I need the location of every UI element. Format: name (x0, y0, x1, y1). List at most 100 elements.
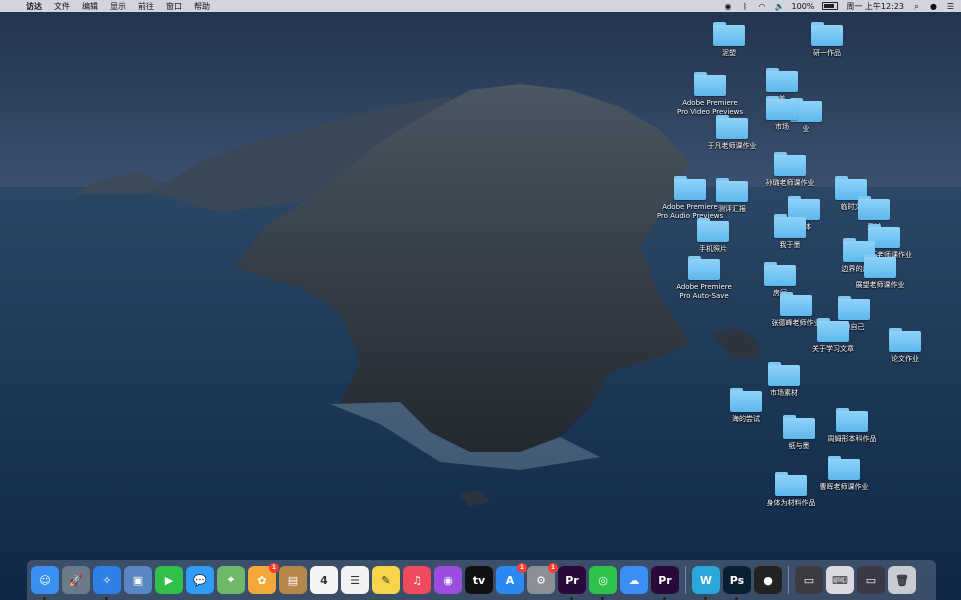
menu-help[interactable]: 帮助 (194, 1, 210, 12)
dock-baidu-netdisk-icon[interactable]: ☁ (620, 566, 648, 594)
dock-window-thumbnail-2-icon[interactable]: ▭ (857, 566, 885, 594)
dock-system-preferences-icon[interactable]: ⚙ 1 (527, 563, 558, 594)
dock-glyph: ✿ (257, 573, 267, 587)
folder-label: 测评汇报 (718, 205, 746, 213)
dock-messages-icon[interactable]: 💬 (186, 566, 214, 594)
folder-label: 我于墨 (779, 241, 801, 249)
dock-glyph: W (699, 573, 713, 587)
search-icon[interactable]: ⌕ (912, 2, 921, 11)
menu-file[interactable]: 文件 (54, 1, 70, 12)
dock-premiere-pro-icon[interactable]: Pr (558, 566, 586, 600)
desktop-folder[interactable]: Adobe Premiere Pro Auto-Save (664, 256, 744, 301)
battery-icon[interactable] (822, 2, 839, 10)
folder-label: 孙璐老师课作业 (765, 179, 815, 187)
dock-calendar-icon[interactable]: 4 (310, 566, 338, 594)
dock-preview-icon[interactable]: ▣ (124, 566, 152, 594)
dock-glyph: ▭ (803, 573, 815, 587)
dock-apple-tv-icon[interactable]: tv (465, 566, 493, 594)
menu-view[interactable]: 显示 (110, 1, 126, 12)
dock-glyph: ☁ (628, 573, 640, 587)
dock-separator (788, 566, 789, 594)
dock-photoshop-icon[interactable]: Ps (723, 566, 751, 600)
user-avatar-icon[interactable]: ● (929, 2, 938, 11)
folder-label: 泥塑 (722, 49, 736, 57)
dock-glyph: ▶ (164, 573, 174, 587)
folder-icon (817, 318, 849, 342)
dock-glyph: 💬 (193, 573, 207, 587)
desktop-folder[interactable]: 研一作品 (787, 22, 867, 58)
dock-glyph: 🚀 (69, 573, 83, 587)
dock-music-icon[interactable]: ♫ (403, 566, 431, 594)
dock-screen-recorder-icon[interactable]: ● (754, 566, 782, 594)
folder-icon (811, 22, 843, 46)
notification-badge: 1 (548, 563, 558, 573)
folder-icon (716, 178, 748, 202)
dock-finder-icon[interactable]: ☺ (31, 566, 59, 600)
dock-premiere-pro-2-icon[interactable]: Pr (651, 566, 679, 600)
dock-glyph: A (505, 573, 515, 587)
dock-glyph: ♫ (412, 573, 422, 587)
dock-facetime-icon[interactable]: ▶ (155, 566, 183, 594)
dock-launchpad-icon[interactable]: 🚀 (62, 566, 90, 594)
dock-trash-icon[interactable]: 🗑 (888, 566, 916, 594)
dock-safari-icon[interactable]: ✧ (93, 566, 121, 600)
dock-w-app-icon[interactable]: W (692, 566, 720, 600)
dock-contacts-icon[interactable]: ▤ (279, 566, 307, 594)
dock-podcasts-icon[interactable]: ◉ (434, 566, 462, 594)
folder-label: 纸与墨 (788, 442, 810, 450)
desktop-folder[interactable]: 纸与墨 (759, 415, 839, 451)
folder-icon (764, 262, 796, 286)
folder-label: 手机照片 (699, 245, 727, 253)
dock-reminders-icon[interactable]: ☰ (341, 566, 369, 594)
folder-label: 海的尝试 (732, 415, 760, 423)
menu-go[interactable]: 前往 (138, 1, 154, 12)
dock: ☺ 🚀 ✧ ▣ ▶ 💬 ⌖ ✿ 1 ▤ 4 ☰ ✎ ♫ ◉ tv A 1 ⚙ 1 Pr ◎ ☁ Pr W Ps ● ▭ ⌨ ▭ 🗑 (27, 560, 936, 600)
desktop-folder[interactable]: 泥塑 (689, 22, 769, 58)
volume-icon[interactable]: 🔈 (775, 2, 785, 11)
dock-glyph: Pr (565, 573, 579, 587)
folder-icon (783, 415, 815, 439)
dock-maps-icon[interactable]: ⌖ (217, 566, 245, 594)
desktop-folder[interactable]: 于凡老师课作业 (692, 115, 772, 151)
dock-glyph: ⌨ (832, 573, 848, 587)
wifi-icon[interactable]: ◠ (758, 2, 767, 11)
desktop-folder[interactable]: 关于学习文章 (793, 318, 873, 354)
desktop-folder[interactable]: 测评汇报 (692, 178, 772, 214)
folder-icon (766, 68, 798, 92)
desktop-folder[interactable]: 我于墨 (750, 214, 830, 250)
dock-window-thumbnail-1-icon[interactable]: ▭ (795, 566, 823, 594)
folder-icon (716, 115, 748, 139)
dock-notes-icon[interactable]: ✎ (372, 566, 400, 594)
desktop-folder[interactable]: Adobe Premiere Pro Video Previews (670, 72, 750, 117)
desktop-folder[interactable]: 论文作业 (865, 328, 945, 364)
dock-separator (685, 566, 686, 594)
folder-icon (780, 292, 812, 316)
menu-window[interactable]: 窗口 (166, 1, 182, 12)
dock-glyph: ☰ (350, 573, 360, 587)
folder-label: 关于学习文章 (812, 345, 854, 353)
dock-glyph: ✧ (102, 573, 112, 587)
folder-label: 市场 (775, 123, 789, 131)
folder-icon (864, 254, 896, 278)
app-menu-finder[interactable]: 访达 (26, 1, 42, 12)
dock-glyph: ✎ (381, 573, 391, 587)
dock-photos-icon[interactable]: ✿ 1 (248, 563, 279, 594)
dock-glyph: ⚙ (536, 573, 546, 587)
desktop-folder[interactable]: 展望老师课作业 (840, 254, 920, 290)
dock-keyboard-viewer-icon[interactable]: ⌨ (826, 566, 854, 594)
menu-edit[interactable]: 编辑 (82, 1, 98, 12)
bluetooth-icon[interactable]: ᛒ (741, 2, 750, 11)
folder-label: 于凡老师课作业 (707, 142, 757, 150)
menu-bar: 访达 文件 编辑 显示 前往 窗口 帮助 ◉ ᛒ ◠ 🔈 100% 周一 上午1… (0, 0, 961, 12)
folder-label: 展望老师课作业 (855, 281, 905, 289)
desktop-folder[interactable]: 手机照片 (673, 218, 753, 254)
control-center-icon[interactable]: ☰ (946, 2, 955, 11)
folder-icon (836, 408, 868, 432)
folder-icon (838, 296, 870, 320)
desktop-folder[interactable]: 身体为材料作品 (751, 472, 831, 508)
dock-app-store-icon[interactable]: A1 (496, 563, 527, 594)
clock[interactable]: 周一 上午12:23 (846, 1, 904, 12)
record-status-icon[interactable]: ◉ (724, 2, 733, 11)
dock-wechat-icon[interactable]: ◎ (589, 566, 617, 600)
battery-percent: 100% (791, 1, 815, 11)
